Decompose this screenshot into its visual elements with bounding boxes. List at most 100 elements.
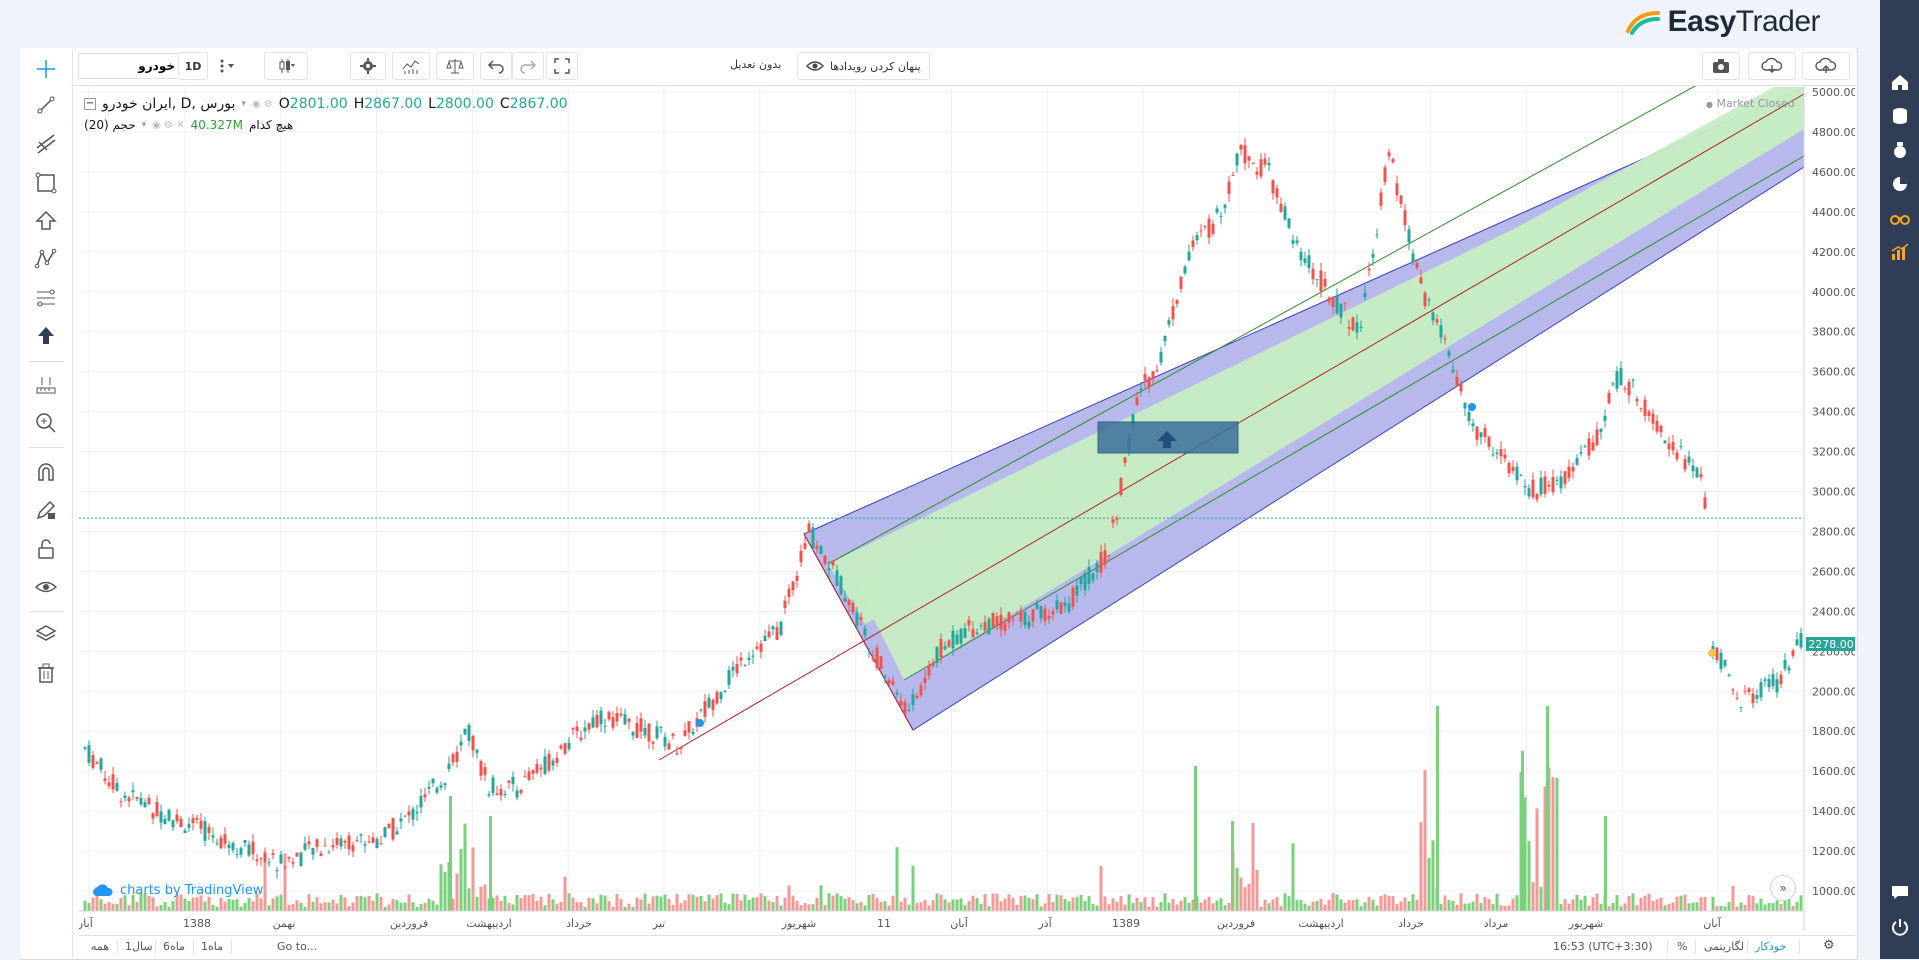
pattern-icon[interactable] (32, 245, 60, 273)
candle-body (1619, 368, 1623, 386)
candle-body (543, 756, 547, 775)
price-chart[interactable]: 1000.00 1200.00 1400.00 1600.00 1800.00 2000.… (79, 86, 1855, 938)
volume-bar (1735, 906, 1739, 911)
candle-body (827, 568, 831, 571)
chat-icon[interactable] (1888, 880, 1912, 904)
pie-chart-icon[interactable] (1888, 172, 1912, 196)
volume-bar (911, 865, 915, 911)
settings-button[interactable] (350, 52, 386, 80)
candle-body (731, 666, 735, 671)
fullscreen-button[interactable] (546, 52, 578, 80)
volume-bar (963, 905, 967, 911)
log-toggle[interactable]: لگاریتمی (1704, 940, 1744, 953)
price-tick: 3600.00 (1812, 366, 1855, 379)
volume-bar (1387, 895, 1391, 911)
volume-bar (1763, 904, 1767, 911)
collapse-legend-icon[interactable]: − (84, 98, 96, 110)
volume-bar (1059, 895, 1063, 911)
compare-button[interactable] (436, 52, 474, 80)
indicators-button[interactable] (392, 52, 430, 80)
volume-bar (599, 894, 603, 911)
candle-body (959, 628, 963, 644)
range-1y[interactable]: 1سال (125, 940, 153, 953)
symbol-search-input[interactable] (78, 53, 182, 79)
indicator-controls-icon[interactable]: ◉ ⚙ ✕ (152, 120, 184, 131)
volume-bar (1791, 905, 1795, 911)
layers-icon[interactable] (32, 621, 60, 649)
interval-dropdown[interactable] (210, 52, 244, 80)
undo-button[interactable] (480, 52, 512, 80)
volume-bar (1555, 778, 1559, 911)
candle-body (539, 767, 543, 770)
chevron-down-icon[interactable]: ▾ (241, 99, 246, 109)
chevron-down-icon[interactable]: ▾ (142, 120, 147, 130)
percent-toggle[interactable]: % (1677, 940, 1687, 953)
home-icon[interactable] (1888, 70, 1912, 94)
range-1m[interactable]: 1ماه (201, 940, 223, 953)
eye-visibility-icon[interactable] (32, 573, 60, 601)
candle-body (1059, 602, 1063, 614)
volume-bar (1031, 899, 1035, 911)
arrow-up-solid-icon[interactable] (32, 322, 60, 350)
load-layout-button[interactable] (1748, 52, 1796, 80)
candle-body (243, 840, 247, 843)
volume-bar (251, 901, 255, 911)
volume-bar (1027, 898, 1031, 911)
volume-bar (931, 900, 935, 911)
bar-chart-icon[interactable] (1888, 240, 1912, 264)
zoom-in-icon[interactable] (32, 409, 60, 437)
measure-icon[interactable] (32, 371, 60, 399)
pitchfork-icon[interactable] (32, 130, 60, 158)
candle-body (1079, 576, 1083, 585)
candle-body (1575, 458, 1579, 466)
goto-date-button[interactable]: Go to... (277, 940, 317, 953)
time-tick: اردیبهشت (1298, 917, 1343, 930)
time-tick: 1389 (1112, 917, 1140, 930)
candle-body (671, 733, 675, 736)
arrow-up-outline-icon[interactable] (32, 207, 60, 235)
candle-body (351, 845, 355, 852)
candle-body (167, 809, 171, 821)
candle-body (935, 646, 939, 664)
rectangle-icon[interactable] (32, 169, 60, 197)
visibility-icon[interactable]: ◉ ⚙ (252, 99, 273, 110)
fib-icon[interactable] (32, 284, 60, 312)
trash-icon[interactable] (32, 659, 60, 687)
volume-bar (1595, 893, 1599, 911)
candle-body (1159, 351, 1163, 363)
candle-body (1643, 399, 1647, 416)
hide-events-button[interactable]: پنهان کردن رویدادها (797, 52, 930, 80)
volume-bar (223, 901, 227, 911)
candle-body (1487, 436, 1491, 447)
trend-line-icon[interactable] (32, 91, 60, 119)
unlock-icon[interactable] (32, 535, 60, 563)
candle-body (1531, 479, 1535, 498)
save-layout-button[interactable] (1802, 52, 1850, 80)
candle-body (199, 820, 203, 829)
candle-body (987, 618, 991, 635)
power-icon[interactable] (1888, 915, 1912, 939)
database-icon[interactable] (1888, 104, 1912, 128)
auto-scale-toggle[interactable]: خودکار (1755, 940, 1786, 953)
snapshot-button[interactable] (1702, 52, 1740, 80)
crosshair-icon[interactable] (32, 55, 60, 83)
range-all[interactable]: همه (91, 940, 109, 953)
magnet-icon[interactable] (32, 458, 60, 486)
candle-body (1495, 452, 1499, 454)
tradingview-credit[interactable]: charts by TradingView (92, 883, 263, 898)
money-bag-icon[interactable] (1888, 138, 1912, 162)
volume-bar (619, 898, 623, 911)
range-6m[interactable]: 6ماه (163, 940, 185, 953)
pencil-lock-icon[interactable] (32, 496, 60, 524)
price-axis: 1000.00 1200.00 1400.00 1600.00 1800.00 2000.… (1803, 86, 1855, 931)
volume-bar (227, 899, 231, 911)
time-zone-label[interactable]: 16:53 (UTC+3:30) (1553, 940, 1653, 953)
interval-button[interactable]: 1D (178, 52, 208, 80)
candle-body (1591, 442, 1595, 451)
no-adjust-label[interactable]: بدون تعدیل (730, 58, 781, 71)
binoculars-icon[interactable] (1888, 206, 1912, 230)
chart-type-button[interactable] (264, 52, 308, 80)
redo-button[interactable] (512, 52, 544, 80)
gear-icon[interactable]: ⚙ (1823, 938, 1835, 953)
scroll-to-latest-button[interactable]: » (1770, 875, 1796, 901)
